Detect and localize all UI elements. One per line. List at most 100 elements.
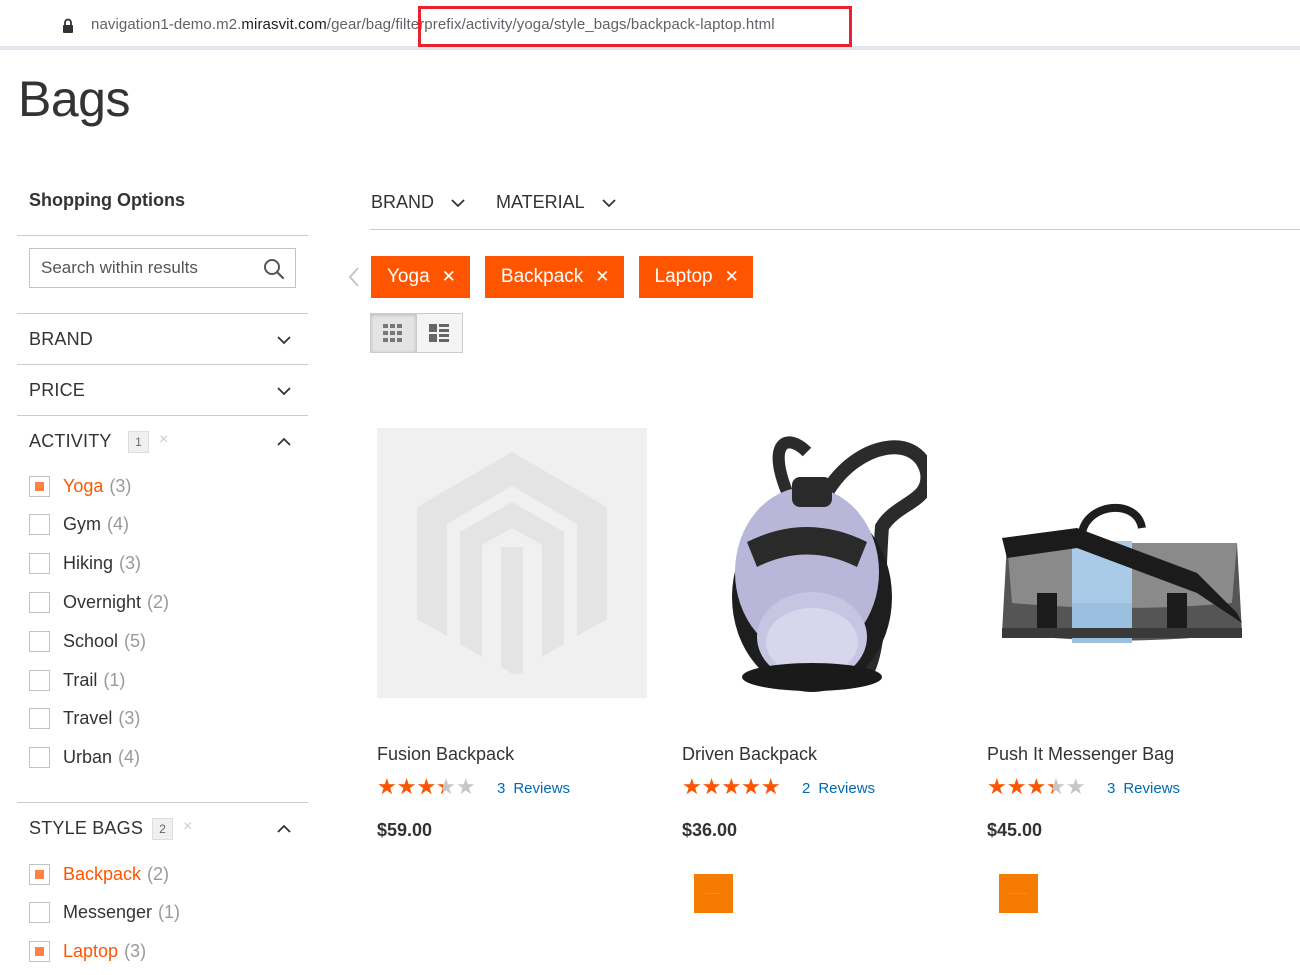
chevron-down-icon: [451, 198, 465, 207]
remove-icon[interactable]: ✕: [442, 267, 456, 287]
facet-option-overnight[interactable]: Overnight (2): [29, 590, 169, 614]
facet-option-backpack[interactable]: Backpack (2): [29, 862, 169, 886]
search-icon[interactable]: [263, 258, 285, 280]
product-name[interactable]: Push It Messenger Bag: [987, 744, 1174, 765]
active-filter-yoga[interactable]: Yoga ✕: [371, 256, 470, 298]
checkbox[interactable]: [29, 902, 50, 924]
facet-title: PRICE: [29, 380, 86, 400]
facet-style-bags[interactable]: STYLE BAGS 2 ×: [17, 802, 308, 853]
option-label: Backpack: [63, 863, 142, 884]
reviews-link[interactable]: Reviews: [513, 780, 570, 797]
option-count: (3): [109, 475, 132, 496]
checkbox[interactable]: [29, 669, 50, 691]
product-price: $59.00: [377, 820, 433, 840]
review-count[interactable]: 3: [497, 780, 505, 797]
checkbox[interactable]: [29, 941, 50, 963]
lock-icon: [63, 18, 73, 33]
grid-icon: [383, 324, 403, 342]
reviews-link[interactable]: Reviews: [1123, 780, 1180, 797]
checkbox[interactable]: [29, 747, 50, 769]
facet-option-hiking[interactable]: Hiking (3): [29, 552, 141, 576]
facet-option-messenger[interactable]: Messenger (1): [29, 901, 180, 925]
checkbox[interactable]: [29, 553, 50, 575]
product-rating: ★★★★★ ★★★★★ 2 Reviews: [682, 775, 875, 799]
list-icon: [429, 324, 450, 342]
option-count: (2): [147, 591, 170, 612]
product-image-placeholder[interactable]: [377, 428, 647, 698]
facet-option-laptop[interactable]: Laptop (3): [29, 940, 146, 964]
top-filter-label: MATERIAL: [496, 192, 585, 212]
search-input[interactable]: [30, 249, 250, 287]
checkbox[interactable]: [29, 630, 50, 652]
product-name[interactable]: Fusion Backpack: [377, 744, 514, 765]
option-count: (1): [158, 902, 181, 923]
product-image[interactable]: [987, 428, 1257, 698]
active-filter-backpack[interactable]: Backpack ✕: [484, 256, 624, 298]
facet-option-urban[interactable]: Urban (4): [29, 746, 140, 770]
messenger-bag-image: [1002, 503, 1242, 643]
facet-option-gym[interactable]: Gym (4): [29, 513, 129, 537]
checkbox[interactable]: [29, 708, 50, 730]
option-label: Urban: [63, 747, 113, 768]
facet-activity[interactable]: ACTIVITY 1 ×: [17, 415, 308, 466]
rating-fill: ★★★★★: [987, 775, 1053, 799]
url-domain: mirasvit.com: [241, 16, 327, 33]
magento-logo-icon: [417, 452, 607, 674]
url-prefix: navigation1-demo.m2.: [91, 16, 242, 33]
checkbox[interactable]: [29, 591, 50, 613]
checkbox[interactable]: [29, 514, 50, 536]
active-filter-label: Yoga: [387, 266, 430, 287]
option-count: (5): [124, 630, 147, 651]
checkbox[interactable]: [29, 863, 50, 885]
chevron-up-icon: [277, 437, 291, 446]
remove-icon[interactable]: ✕: [595, 267, 609, 287]
product-card[interactable]: Fusion Backpack ★★★★★★★★★★ 3 Reviews $59…: [377, 428, 647, 840]
brand-swatch[interactable]: ··········: [694, 874, 733, 913]
top-filter-brand[interactable]: BRAND: [371, 192, 466, 213]
chevron-down-icon: [277, 387, 291, 396]
facet-price[interactable]: PRICE: [17, 364, 308, 415]
checkbox[interactable]: [29, 475, 50, 497]
address-bar[interactable]: navigation1-demo.m2.mirasvit.com/gear/ba…: [0, 0, 1300, 50]
facet-option-trail[interactable]: Trail (1): [29, 668, 125, 692]
list-view-button[interactable]: [416, 314, 462, 352]
option-count: (3): [119, 553, 142, 574]
rating-stars: ★★★★★★★★★★: [377, 774, 476, 799]
clear-facet-icon[interactable]: ×: [159, 431, 168, 449]
product-image[interactable]: [682, 428, 952, 698]
grid-view-button[interactable]: [371, 314, 417, 352]
option-count: (4): [118, 747, 141, 768]
facet-option-yoga[interactable]: Yoga (3): [29, 474, 131, 498]
reviews-link[interactable]: Reviews: [818, 780, 875, 797]
facet-brand[interactable]: BRAND: [17, 313, 308, 364]
option-label: Messenger: [63, 902, 153, 923]
chevron-left-icon[interactable]: [347, 266, 361, 288]
active-filter-laptop[interactable]: Laptop ✕: [638, 256, 753, 298]
option-label: Yoga: [63, 475, 104, 496]
facet-option-travel[interactable]: Travel (3): [29, 707, 140, 731]
option-label: Overnight: [63, 591, 142, 612]
option-count: (4): [107, 514, 129, 535]
active-filter-label: Backpack: [500, 266, 584, 287]
chevron-down-icon: [277, 336, 291, 345]
product-card[interactable]: Driven Backpack ★★★★★ ★★★★★ 2 Reviews $36…: [682, 428, 952, 913]
horizontal-filter-bar: BRAND MATERIAL: [371, 192, 647, 213]
page-title: Bags: [18, 71, 130, 127]
url-path-start: /gear/bag: [326, 16, 392, 33]
product-rating: ★★★★★★★★★★ 3 Reviews: [377, 774, 570, 799]
top-filter-label: BRAND: [371, 192, 435, 212]
review-count[interactable]: 2: [802, 780, 810, 797]
clear-facet-icon[interactable]: ×: [183, 818, 192, 836]
option-label: Trail: [63, 669, 98, 690]
product-price: $36.00: [682, 820, 738, 840]
remove-icon[interactable]: ✕: [725, 267, 739, 287]
product-name[interactable]: Driven Backpack: [682, 744, 817, 765]
top-filter-material[interactable]: MATERIAL: [496, 192, 617, 213]
option-count: (1): [103, 669, 126, 690]
brand-swatch[interactable]: ··········: [999, 874, 1038, 913]
product-card[interactable]: Push It Messenger Bag ★★★★★★★★★★ 3 Revie…: [987, 428, 1257, 913]
review-count[interactable]: 3: [1107, 780, 1115, 797]
active-filters: Yoga ✕ Backpack ✕ Laptop ✕: [371, 256, 768, 298]
facet-option-school[interactable]: School (5): [29, 629, 146, 653]
rating-fill: ★★★★★: [377, 775, 443, 799]
